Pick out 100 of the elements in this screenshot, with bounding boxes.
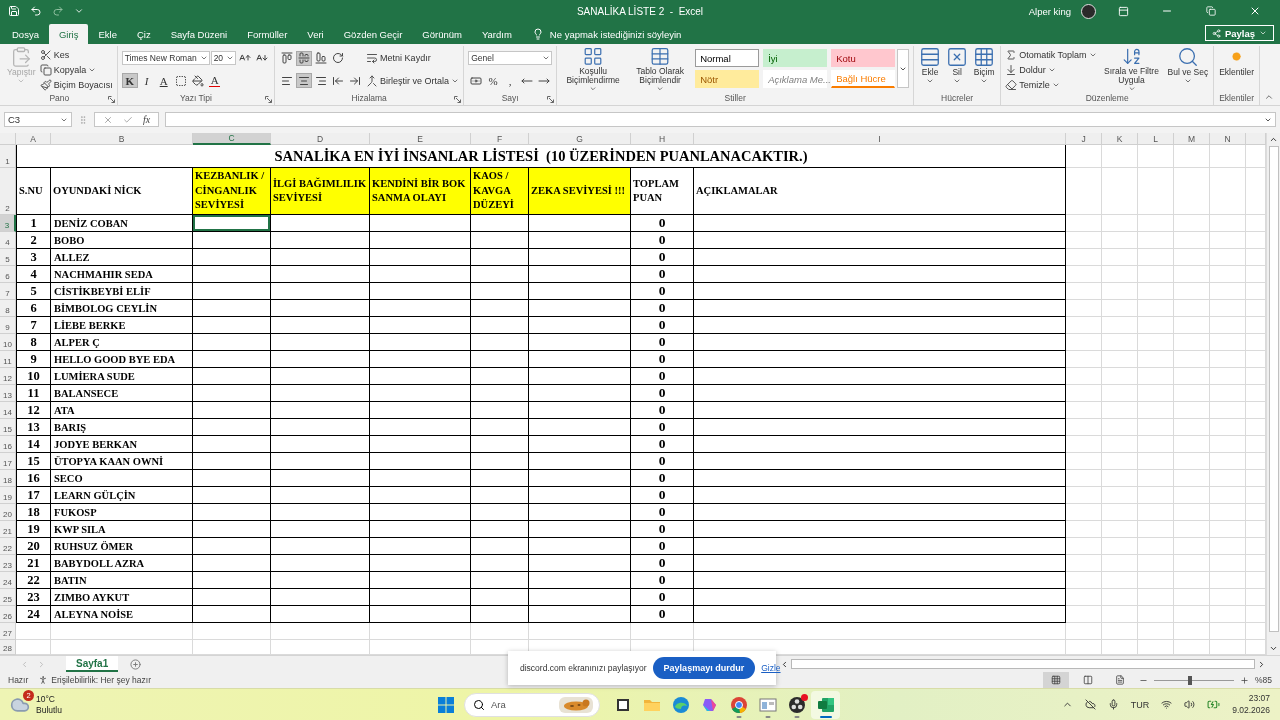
add-sheet-icon[interactable] <box>130 658 142 670</box>
volume-icon[interactable] <box>1184 699 1196 710</box>
name-box[interactable]: C3 <box>4 112 72 127</box>
hide-link[interactable]: Gizle <box>761 663 781 673</box>
launcher-icon[interactable] <box>265 96 273 103</box>
ribbon-tab[interactable]: Formüller <box>237 24 298 44</box>
vertical-scrollbar[interactable] <box>1266 133 1280 655</box>
ribbon-button[interactable]: Sırala ve Filtre Uygula <box>1099 46 1164 93</box>
customize-icon[interactable] <box>74 6 84 16</box>
format-button[interactable]: K <box>121 73 138 89</box>
zoom-in-icon[interactable] <box>1240 675 1249 685</box>
horizontal-scrollbar[interactable] <box>780 656 1266 672</box>
column-header[interactable]: I <box>694 133 1066 145</box>
accessibility-status[interactable]: Erişilebilirlik: Her şey hazır <box>51 675 151 685</box>
wifi-icon[interactable] <box>1161 699 1173 710</box>
ribbon-command[interactable]: Biçim Boyacısı <box>39 77 113 92</box>
collapse-icon[interactable] <box>1264 92 1274 102</box>
row-header[interactable]: 21 <box>0 521 16 538</box>
save-icon[interactable] <box>8 5 20 17</box>
column-header[interactable]: J <box>1066 133 1102 145</box>
cancel-icon[interactable] <box>103 114 113 125</box>
column-header[interactable]: L <box>1138 133 1174 145</box>
ribbon-command[interactable]: Kes <box>39 47 70 62</box>
format-button[interactable]: % <box>485 73 502 88</box>
ribbon-command[interactable]: Birleştir ve Ortala <box>366 73 460 88</box>
column-header[interactable]: K <box>1102 133 1138 145</box>
row-header[interactable]: 5 <box>0 249 16 266</box>
row-header[interactable]: 25 <box>0 589 16 606</box>
ribbon-tab[interactable]: Veri <box>297 24 334 44</box>
row-header[interactable]: 6 <box>0 266 16 283</box>
row-header[interactable]: 27 <box>0 623 16 640</box>
row-header[interactable]: 26 <box>0 606 16 623</box>
ribbon-button[interactable]: Eklentiler <box>1218 46 1256 93</box>
row-header[interactable]: 20 <box>0 504 16 521</box>
clock[interactable]: 23:07 9.02.2026 <box>1232 693 1270 716</box>
ribbon-button[interactable]: Ekle <box>918 46 943 93</box>
sheet-tab[interactable]: Sayfa1 <box>66 656 119 672</box>
search-field[interactable]: Ara <box>464 692 600 717</box>
ribbon-button[interactable]: Tablo Olarak Biçimlendir <box>628 46 693 93</box>
row-header[interactable]: 13 <box>0 385 16 402</box>
previous-sheet-icon[interactable] <box>20 659 29 669</box>
ribbon-tab[interactable]: Sayfa Düzeni <box>160 24 238 44</box>
avatar[interactable] <box>1081 3 1096 19</box>
ribbon-command[interactable]: Otomatik Toplam <box>1005 47 1097 62</box>
row-header[interactable]: 16 <box>0 436 16 453</box>
format-button[interactable]: , <box>502 73 519 88</box>
row-header[interactable]: 3 <box>0 215 16 232</box>
ribbon-tab[interactable]: Ekle <box>88 24 127 44</box>
redo-icon[interactable] <box>52 5 64 17</box>
close-icon[interactable] <box>1249 5 1261 17</box>
ribbon-tab[interactable]: Görünüm <box>412 24 472 44</box>
row-header[interactable]: 8 <box>0 300 16 317</box>
launcher-icon[interactable] <box>454 96 462 103</box>
format-button[interactable]: I <box>138 73 155 89</box>
dropdown-field[interactable]: Times New Roman <box>121 51 210 66</box>
cell-style[interactable]: Kotu <box>831 49 896 67</box>
row-header[interactable]: 19 <box>0 487 16 504</box>
launcher-icon[interactable] <box>107 96 115 103</box>
formula-input[interactable] <box>165 112 1276 127</box>
row-header[interactable]: 23 <box>0 555 16 572</box>
windows-logo-icon[interactable] <box>438 696 454 713</box>
cell-style[interactable]: İyi <box>763 49 828 67</box>
battery-icon[interactable] <box>1207 698 1221 711</box>
stop-sharing-button[interactable]: Paylaşmayı durdur <box>652 657 756 679</box>
ribbon-tab[interactable]: Yardım <box>471 24 522 44</box>
ribbon-command[interactable]: Doldur <box>1005 62 1056 77</box>
column-header[interactable]: D <box>271 133 370 145</box>
row-header[interactable]: 10 <box>0 334 16 351</box>
ribbon-tab[interactable]: Gözden Geçir <box>333 24 413 44</box>
ribbon-command[interactable]: Kopyala <box>39 62 97 77</box>
column-header[interactable]: G <box>529 133 631 145</box>
row-header[interactable]: 7 <box>0 283 16 300</box>
scroll-left-icon[interactable] <box>780 659 789 669</box>
ribbon-command[interactable]: Temizle <box>1005 77 1060 92</box>
scroll-down-icon[interactable] <box>1269 644 1278 653</box>
ribbon-tab[interactable]: Çiz <box>126 24 161 44</box>
row-header[interactable]: 15 <box>0 419 16 436</box>
restore-icon[interactable] <box>1206 6 1216 16</box>
gallery-scroll-button[interactable] <box>897 49 910 88</box>
column-header[interactable]: M <box>1174 133 1210 145</box>
row-header[interactable]: 24 <box>0 572 16 589</box>
ribbon-display-icon[interactable] <box>1117 5 1129 17</box>
tool-button[interactable] <box>189 73 206 89</box>
cell-style[interactable]: Açıklama Me... <box>763 70 828 88</box>
check-icon[interactable] <box>123 114 133 125</box>
column-header[interactable]: E <box>370 133 471 145</box>
zoom-level[interactable]: %85 <box>1255 675 1272 685</box>
ribbon-command[interactable]: Metni Kaydır <box>366 51 431 66</box>
ribbon-button[interactable]: Koşullu Biçimlendirme <box>561 46 626 93</box>
ribbon-button[interactable]: Biçim <box>972 46 997 93</box>
row-header[interactable]: 22 <box>0 538 16 555</box>
input-language[interactable]: TUR <box>1130 699 1150 710</box>
selected-cell[interactable] <box>193 215 271 232</box>
column-header[interactable]: A <box>16 133 51 145</box>
column-header[interactable]: H <box>631 133 694 145</box>
zoom-thumb[interactable] <box>1188 675 1192 685</box>
scroll-right-icon[interactable] <box>1257 659 1266 669</box>
row-header[interactable]: 11 <box>0 351 16 368</box>
ribbon-button[interactable]: Bul ve Seç <box>1166 46 1210 93</box>
row-header[interactable]: 14 <box>0 402 16 419</box>
